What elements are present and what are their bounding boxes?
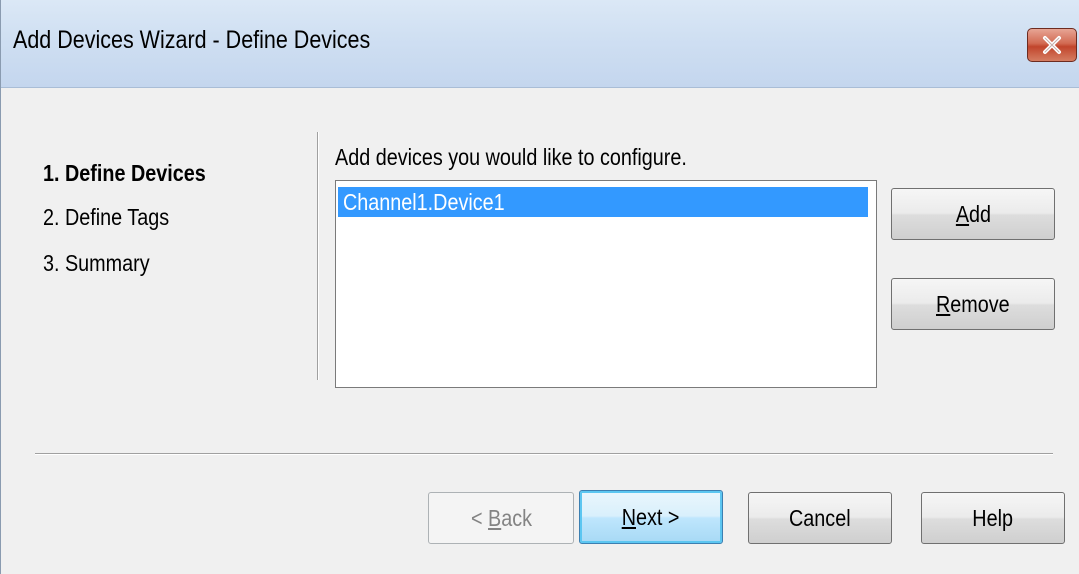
back-button[interactable]: < Back <box>428 492 574 544</box>
add-button[interactable]: Add <box>891 188 1055 240</box>
cancel-button-label: Cancel <box>789 504 851 531</box>
back-button-label: < Back <box>470 504 532 531</box>
device-list-item[interactable]: Channel1.Device1 <box>338 187 868 217</box>
wizard-steps: 1. Define Devices 2. Define Tags 3. Summ… <box>43 148 232 288</box>
title-bar: Add Devices Wizard - Define Devices <box>1 0 1079 88</box>
close-icon <box>1043 36 1061 54</box>
wizard-client-area: 1. Define Devices 2. Define Tags 3. Summ… <box>1 88 1079 574</box>
step-summary: 3. Summary <box>43 250 150 276</box>
step-define-devices: 1. Define Devices <box>43 160 206 186</box>
next-button[interactable]: Next > <box>579 490 723 544</box>
help-button[interactable]: Help <box>921 492 1065 544</box>
device-list-item-label: Channel1.Device1 <box>343 189 505 215</box>
window-title: Add Devices Wizard - Define Devices <box>13 26 371 54</box>
vertical-divider <box>317 132 318 380</box>
instruction-text: Add devices you would like to configure. <box>335 144 687 170</box>
device-listbox[interactable]: Channel1.Device1 <box>335 180 877 388</box>
wizard-window: Add Devices Wizard - Define Devices 1. D… <box>0 0 1079 574</box>
next-button-label: Next > <box>622 503 680 530</box>
remove-button[interactable]: Remove <box>891 278 1055 330</box>
add-button-label: Add <box>955 200 991 227</box>
step-define-tags: 2. Define Tags <box>43 204 170 230</box>
close-button[interactable] <box>1027 28 1077 62</box>
footer-separator <box>35 453 1053 454</box>
remove-button-label: Remove <box>936 290 1010 317</box>
help-button-label: Help <box>972 504 1014 531</box>
cancel-button[interactable]: Cancel <box>748 492 892 544</box>
